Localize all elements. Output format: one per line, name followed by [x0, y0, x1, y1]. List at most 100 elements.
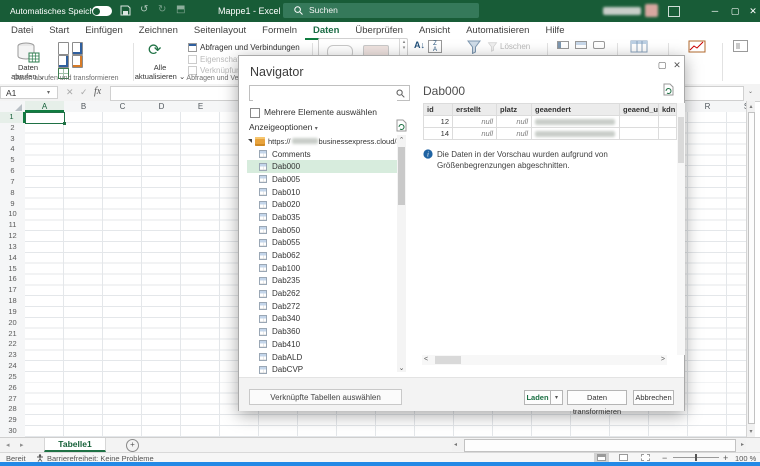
ribbon-tab-automatisieren[interactable]: Automatisieren: [458, 22, 537, 40]
tree-item-dab062[interactable]: Dab062: [247, 249, 397, 262]
flash-fill-icon[interactable]: [575, 41, 587, 49]
ribbon-tab-start[interactable]: Start: [41, 22, 77, 40]
dialog-restore-icon[interactable]: ▢: [655, 60, 669, 71]
filter-icon[interactable]: [466, 39, 482, 54]
ribbon-tab-formeln[interactable]: Formeln: [254, 22, 305, 40]
column-header-A[interactable]: A: [25, 101, 64, 112]
horizontal-scrollbar[interactable]: ◂ ▸: [452, 439, 746, 451]
row-header-3[interactable]: 3: [0, 134, 25, 145]
name-box[interactable]: A1 ▾: [0, 86, 58, 99]
recent-sources-icon[interactable]: [58, 55, 69, 68]
ribbon-tab-zeichnen[interactable]: Zeichnen: [131, 22, 186, 40]
column-header-S[interactable]: S: [727, 101, 760, 112]
scroll-left-icon[interactable]: <: [424, 356, 428, 363]
row-header-8[interactable]: 8: [0, 188, 25, 199]
tree-item-dab100[interactable]: Dab100: [247, 262, 397, 275]
queries-connections-button[interactable]: Abfragen und Verbindungen: [188, 43, 300, 52]
tree-item-dab055[interactable]: Dab055: [247, 237, 397, 250]
column-header-R[interactable]: R: [688, 101, 727, 112]
preview-vscrollbar[interactable]: [677, 103, 685, 355]
row-header-13[interactable]: 13: [0, 242, 25, 253]
sheet-prev-icon[interactable]: ◂: [6, 441, 10, 449]
expand-formula-bar-icon[interactable]: ⌄: [748, 88, 753, 95]
close-button[interactable]: ✕: [746, 0, 760, 22]
tree-item-dab000[interactable]: Dab000: [247, 160, 397, 173]
tree-item-dab050[interactable]: Dab050: [247, 224, 397, 237]
navigator-search-input[interactable]: [253, 89, 397, 103]
preview-hscroll-thumb[interactable]: [435, 356, 461, 364]
column-header-D[interactable]: D: [142, 101, 181, 112]
tree-item-dab035[interactable]: Dab035: [247, 211, 397, 224]
collapse-triangle-icon[interactable]: [248, 139, 252, 143]
multi-select-checkbox[interactable]: [250, 108, 260, 118]
row-header-7[interactable]: 7: [0, 177, 25, 188]
tree-item-dabald[interactable]: DabALD: [247, 351, 397, 364]
navigator-search-box[interactable]: [249, 85, 410, 101]
tree-source-node[interactable]: https:// businessexpress.cloud/a...: [247, 135, 397, 148]
tree-item-dab010[interactable]: Dab010: [247, 186, 397, 199]
vscroll-thumb[interactable]: [748, 112, 755, 424]
row-header-4[interactable]: 4: [0, 144, 25, 155]
row-header-9[interactable]: 9: [0, 199, 25, 210]
tree-item-dab360[interactable]: Dab360: [247, 325, 397, 338]
load-dropdown-button[interactable]: ▾: [550, 390, 563, 405]
page-layout-view-icon[interactable]: [619, 454, 628, 461]
ribbon-display-options-icon[interactable]: [668, 6, 680, 17]
column-header-B[interactable]: B: [64, 101, 103, 112]
row-header-6[interactable]: 6: [0, 166, 25, 177]
row-header-5[interactable]: 5: [0, 155, 25, 166]
tree-item-dab340[interactable]: Dab340: [247, 313, 397, 326]
undo-icon[interactable]: ↺: [140, 4, 148, 15]
row-header-22[interactable]: 22: [0, 339, 25, 350]
search-box[interactable]: Suchen: [283, 3, 479, 18]
fill-handle[interactable]: [63, 122, 66, 125]
ribbon-tab-hilfe[interactable]: Hilfe: [537, 22, 572, 40]
existing-connections-icon[interactable]: [72, 55, 83, 68]
restore-button[interactable]: ▢: [726, 0, 744, 22]
row-header-10[interactable]: 10: [0, 209, 25, 220]
row-header-28[interactable]: 28: [0, 404, 25, 415]
cancel-button[interactable]: Abbrechen: [633, 390, 674, 405]
load-button[interactable]: Laden: [524, 390, 551, 405]
add-sheet-button[interactable]: +: [126, 439, 139, 452]
select-all-corner[interactable]: [15, 104, 22, 111]
sort-az-icon[interactable]: A↓: [414, 40, 425, 50]
tree-scrollbar[interactable]: ⌃ ⌄: [397, 135, 406, 372]
row-header-14[interactable]: 14: [0, 253, 25, 264]
from-web-icon[interactable]: [72, 42, 83, 55]
row-header-21[interactable]: 21: [0, 329, 25, 340]
data-validation-icon[interactable]: [593, 41, 605, 49]
ribbon-tab-ansicht[interactable]: Ansicht: [411, 22, 458, 40]
row-header-27[interactable]: 27: [0, 394, 25, 405]
what-if-table-icon[interactable]: [630, 40, 648, 53]
tree-item-dab262[interactable]: Dab262: [247, 287, 397, 300]
scroll-right-icon[interactable]: ▸: [741, 441, 744, 448]
vertical-scrollbar[interactable]: ▴ ▾: [746, 101, 755, 437]
column-header-E[interactable]: E: [181, 101, 220, 112]
row-header-26[interactable]: 26: [0, 383, 25, 394]
save-icon[interactable]: [120, 5, 131, 16]
ribbon-tab-einfügen[interactable]: Einfügen: [77, 22, 131, 40]
tree-item-dab410[interactable]: Dab410: [247, 338, 397, 351]
preview-vscroll-thumb[interactable]: [678, 117, 684, 163]
row-header-1[interactable]: 1: [0, 112, 25, 123]
tree-item-comments[interactable]: Comments: [247, 148, 397, 161]
row-header-25[interactable]: 25: [0, 372, 25, 383]
user-avatar[interactable]: [645, 4, 658, 17]
row-header-11[interactable]: 11: [0, 220, 25, 231]
refresh-preview-icon[interactable]: [663, 83, 674, 96]
row-header-29[interactable]: 29: [0, 415, 25, 426]
row-header-30[interactable]: 30: [0, 426, 25, 437]
sheet-next-icon[interactable]: ▸: [20, 441, 24, 449]
tree-item-dab235[interactable]: Dab235: [247, 275, 397, 288]
scroll-down-icon[interactable]: ▾: [747, 428, 755, 435]
page-break-view-icon[interactable]: [641, 454, 650, 461]
autosave-toggle[interactable]: [92, 6, 112, 16]
row-header-24[interactable]: 24: [0, 361, 25, 372]
column-header-C[interactable]: C: [103, 101, 142, 112]
row-header-2[interactable]: 2: [0, 123, 25, 134]
text-to-columns-icon[interactable]: [557, 41, 569, 49]
select-related-tables-button[interactable]: Verknüpfte Tabellen auswählen: [249, 389, 402, 405]
selected-cell-a1[interactable]: [25, 112, 65, 124]
normal-view-button[interactable]: [594, 453, 609, 462]
